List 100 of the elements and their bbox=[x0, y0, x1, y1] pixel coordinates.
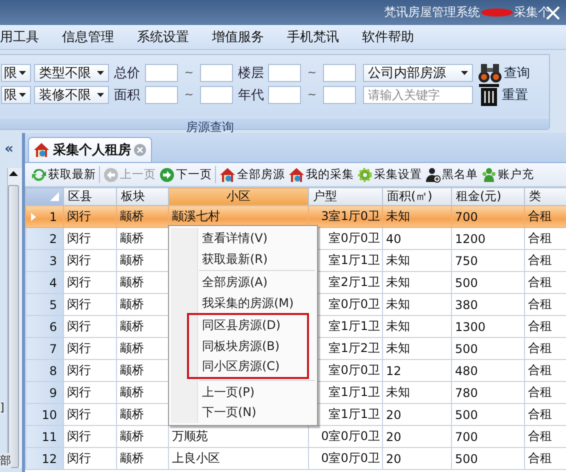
toolbar-button[interactable]: 账户充 bbox=[481, 166, 534, 182]
tab[interactable]: 采集个人租房 bbox=[28, 137, 152, 162]
table-cell: 500 bbox=[452, 448, 524, 470]
gear-icon bbox=[357, 166, 373, 182]
toolbar-button[interactable]: 我的采集 bbox=[288, 166, 354, 182]
range-separator: ~ bbox=[306, 88, 318, 101]
row-header[interactable]: 9 bbox=[26, 382, 64, 404]
row-header[interactable]: 3 bbox=[26, 250, 64, 272]
toolbar-button[interactable]: 获取最新 bbox=[31, 166, 96, 182]
range-separator: ~ bbox=[306, 66, 318, 79]
row-header[interactable]: 2 bbox=[26, 228, 64, 250]
query-button[interactable]: 查询 bbox=[478, 62, 530, 84]
table-cell: 380 bbox=[452, 294, 524, 316]
table-cell: 3室1厅0卫 bbox=[308, 206, 382, 228]
menu-item[interactable]: 软件帮助 bbox=[362, 26, 414, 48]
toolbar-button[interactable]: 采集设置 bbox=[357, 166, 422, 182]
table-cell: 闵行 bbox=[64, 338, 116, 360]
dropdown[interactable]: 限 bbox=[1, 64, 31, 82]
field-label: 楼层 bbox=[238, 64, 265, 82]
menu-item[interactable]: 同板块房源(B) bbox=[189, 336, 307, 356]
collapse-button[interactable]: « bbox=[1, 139, 17, 159]
menu-item[interactable]: 同区县房源(D) bbox=[189, 315, 307, 336]
trash-icon bbox=[478, 82, 500, 106]
toolbar-button[interactable]: 黑名单 bbox=[425, 166, 478, 182]
table-cell: 闵行 bbox=[64, 206, 116, 228]
table-cell: 未知 bbox=[382, 294, 452, 316]
caret-icon bbox=[19, 70, 26, 74]
row-header[interactable]: 12 bbox=[26, 448, 64, 470]
column-header[interactable]: 类 bbox=[524, 188, 566, 206]
row-indicator-icon bbox=[31, 213, 36, 221]
text-fragment: ] bbox=[0, 401, 4, 414]
input-field[interactable] bbox=[200, 86, 233, 104]
reset-button[interactable]: 重置 bbox=[478, 82, 528, 106]
input-field[interactable] bbox=[323, 86, 356, 104]
table-cell: 700 bbox=[452, 206, 524, 228]
menu-item[interactable]: 手机梵讯 bbox=[287, 26, 339, 48]
table-cell: 未知 bbox=[382, 206, 452, 228]
group-caption: 房源查询 bbox=[186, 119, 234, 136]
dropdown[interactable]: 装修不限 bbox=[34, 86, 109, 104]
toolbar-button[interactable]: 下一页 bbox=[159, 166, 212, 182]
sort-corner-icon bbox=[50, 192, 59, 200]
table-cell: 480 bbox=[452, 360, 524, 382]
row-header[interactable]: 4 bbox=[26, 272, 64, 294]
table-cell: 闵行 bbox=[64, 360, 116, 382]
dropdown[interactable]: 公司内部房源 bbox=[363, 64, 473, 82]
column-header[interactable]: 区县 bbox=[64, 188, 116, 206]
input-field[interactable] bbox=[200, 64, 233, 82]
window-title: 采集个 bbox=[514, 4, 550, 21]
table-cell: 1200 bbox=[452, 228, 524, 250]
column-header[interactable]: 小区 bbox=[168, 188, 308, 206]
menu-item[interactable]: 增值服务 bbox=[212, 26, 264, 48]
input-field[interactable] bbox=[268, 64, 301, 82]
text-fragment: 部 bbox=[0, 453, 11, 468]
table-cell: 1300 bbox=[452, 316, 524, 338]
window-title: 梵讯房屋管理系统 bbox=[384, 4, 480, 21]
menu-item[interactable]: 同小区房源(C) bbox=[189, 356, 307, 376]
table-cell: 12 bbox=[382, 360, 452, 382]
table-cell: 0室0厅0卫 bbox=[308, 448, 382, 470]
caret-icon bbox=[97, 92, 104, 96]
dropdown[interactable]: 限 bbox=[1, 86, 31, 104]
table-cell: 闵行 bbox=[64, 316, 116, 338]
toolbar-button[interactable]: 全部房源 bbox=[219, 166, 285, 182]
table-cell: 20 bbox=[382, 404, 452, 426]
row-header[interactable]: 6 bbox=[26, 316, 64, 338]
input-field[interactable] bbox=[323, 64, 356, 82]
column-header[interactable]: 面积(㎡) bbox=[382, 188, 452, 206]
menu-item[interactable]: 用工具 bbox=[0, 26, 39, 48]
binoculars-icon bbox=[478, 62, 502, 84]
row-header[interactable]: 11 bbox=[26, 426, 64, 448]
row-header[interactable]: 5 bbox=[26, 294, 64, 316]
table-cell: 700 bbox=[452, 426, 524, 448]
house-icon bbox=[288, 166, 305, 182]
menu-item[interactable]: 系统设置 bbox=[137, 26, 189, 48]
table-cell: 20 bbox=[382, 426, 452, 448]
column-header[interactable]: 租金(元) bbox=[452, 188, 524, 206]
person-add-icon bbox=[425, 166, 441, 182]
input-field[interactable] bbox=[145, 64, 178, 82]
column-header[interactable]: 户型 bbox=[308, 188, 382, 206]
table-cell: 颛桥 bbox=[116, 206, 168, 228]
keyword-field[interactable]: 请输入关键字 bbox=[363, 86, 473, 104]
table-cell: 上良小区 bbox=[168, 448, 308, 470]
table-cell: 闵行 bbox=[64, 426, 116, 448]
menu-item[interactable]: 信息管理 bbox=[62, 26, 114, 48]
row-header[interactable]: 10 bbox=[26, 404, 64, 426]
caret-icon bbox=[19, 92, 26, 96]
table-cell: 780 bbox=[452, 382, 524, 404]
row-header[interactable]: 8 bbox=[26, 360, 64, 382]
column-header[interactable]: 板块 bbox=[116, 188, 168, 206]
dropdown[interactable]: 类型不限 bbox=[34, 64, 109, 82]
table-cell: 500 bbox=[452, 338, 524, 360]
field-label: 年代 bbox=[238, 86, 265, 104]
field-label: 总价 bbox=[114, 64, 141, 82]
table-cell: 未知 bbox=[382, 338, 452, 360]
table-cell: 未知 bbox=[382, 316, 452, 338]
table-cell: 750 bbox=[452, 250, 524, 272]
caret-icon bbox=[97, 70, 104, 74]
row-header[interactable]: 1 bbox=[26, 206, 64, 228]
row-header[interactable]: 7 bbox=[26, 338, 64, 360]
input-field[interactable] bbox=[145, 86, 178, 104]
input-field[interactable] bbox=[268, 86, 301, 104]
